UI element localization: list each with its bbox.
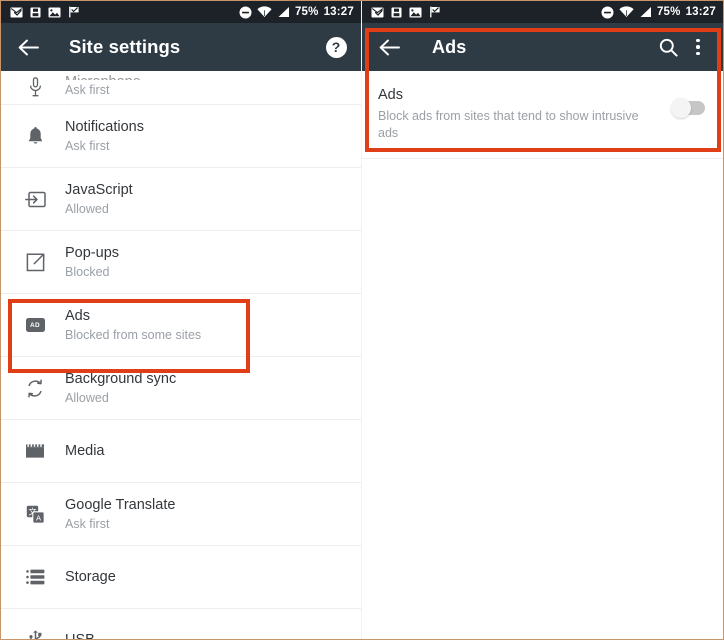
right-app-bar: Ads [362, 23, 723, 71]
list-item-google-translate[interactable]: 文A Google Translate Ask first [1, 483, 361, 546]
list-item-title: Storage [65, 568, 116, 585]
search-icon [659, 38, 678, 57]
ads-preference-text: Ads Block ads from sites that tend to sh… [378, 87, 671, 142]
list-item-subtitle: Ask first [65, 82, 110, 97]
list-item-title: Google Translate [65, 496, 176, 513]
image-icon [48, 7, 61, 17]
list-item-text: Microphone Ask first [65, 74, 141, 97]
list-item-title: JavaScript [65, 181, 133, 198]
status-system-icons: 75% 13:27 [601, 6, 716, 19]
list-item-subtitle: Blocked [65, 264, 110, 279]
do-not-disturb-icon [239, 6, 252, 18]
search-button[interactable] [653, 32, 683, 62]
status-notification-icons [371, 6, 601, 18]
battery-percent: 75% [656, 6, 681, 18]
signal-icon [640, 7, 651, 17]
list-item-subtitle: Ask first [65, 138, 110, 153]
ads-preference-row[interactable]: Ads Block ads from sites that tend to sh… [362, 71, 723, 160]
battery-percent: 75% [294, 6, 319, 18]
list-item-ads[interactable]: AD Ads Blocked from some sites [1, 294, 361, 357]
page-title: Ads [432, 36, 467, 57]
wifi-icon [619, 6, 634, 17]
overflow-menu-icon [696, 38, 700, 56]
javascript-icon [15, 191, 55, 208]
translate-icon: 文A [15, 505, 55, 524]
list-item-subtitle: Ask first [65, 516, 110, 531]
list-item-title: Pop-ups [65, 244, 120, 261]
list-item-microphone[interactable]: Microphone Ask first [1, 71, 361, 105]
back-arrow-icon [379, 39, 400, 55]
list-item-usb[interactable]: USB [1, 609, 361, 639]
bell-icon [15, 126, 55, 146]
list-item-subtitle: Allowed [65, 390, 109, 405]
popup-icon [15, 253, 55, 272]
list-item-text: Pop-ups Blocked [65, 245, 119, 279]
image-icon [409, 7, 422, 17]
left-panel-site-settings: 75% 13:27 Site settings ? Microphone As [1, 1, 362, 639]
save-icon [30, 7, 41, 17]
back-button[interactable] [13, 32, 43, 62]
overflow-menu-button[interactable] [683, 32, 713, 62]
right-panel-ads-settings: 75% 13:27 Ads Ads Block ads from sites t… [362, 1, 723, 639]
list-item-javascript[interactable]: JavaScript Allowed [1, 168, 361, 231]
mail-icon [10, 7, 23, 17]
ads-preference-description: Block ads from sites that tend to show i… [378, 109, 639, 141]
list-item-storage[interactable]: Storage [1, 546, 361, 609]
list-item-media[interactable]: Media [1, 420, 361, 483]
status-bar-left: 75% 13:27 [1, 1, 361, 23]
list-item-title: Media [65, 442, 105, 459]
list-item-text: USB [65, 632, 95, 639]
help-button[interactable]: ? [321, 32, 351, 62]
list-item-text: Media [65, 443, 105, 460]
list-item-text: Storage [65, 569, 116, 586]
list-item-subtitle: Allowed [65, 201, 109, 216]
list-item-text: Notifications Ask first [65, 119, 144, 153]
list-item-title: Notifications [65, 118, 144, 135]
list-item-background-sync[interactable]: Background sync Allowed [1, 357, 361, 420]
save-icon [391, 7, 402, 17]
wifi-icon [257, 6, 272, 17]
back-arrow-icon [18, 39, 39, 55]
clock: 13:27 [685, 6, 716, 18]
status-system-icons: 75% 13:27 [239, 6, 354, 19]
list-item-text: JavaScript Allowed [65, 182, 133, 216]
list-item-subtitle: Blocked from some sites [65, 327, 202, 342]
media-icon [15, 443, 55, 459]
microphone-icon [15, 77, 55, 97]
ad-badge-label: AD [25, 318, 45, 332]
sync-icon [15, 379, 55, 398]
list-item-title: Ads [65, 307, 90, 324]
list-item-text: Background sync Allowed [65, 371, 176, 405]
toggle-knob [671, 98, 691, 118]
list-item-text: Google Translate Ask first [65, 497, 175, 531]
clock: 13:27 [323, 6, 354, 18]
back-button[interactable] [374, 32, 404, 62]
screenshot-root: 75% 13:27 Site settings ? Microphone As [0, 0, 724, 640]
list-item-title: Microphone [65, 74, 141, 80]
list-item-title: Background sync [65, 370, 177, 387]
left-app-bar: Site settings ? [1, 23, 361, 71]
mail-icon [371, 7, 384, 17]
list-item-title: USB [65, 632, 95, 639]
flag-icon [430, 6, 440, 18]
status-notification-icons [10, 6, 239, 18]
flag-icon [69, 6, 79, 18]
storage-icon [15, 569, 55, 585]
ads-badge-icon: AD [15, 318, 55, 332]
list-item-text: Ads Blocked from some sites [65, 308, 201, 342]
page-title: Site settings [69, 36, 181, 57]
do-not-disturb-icon [601, 6, 614, 18]
list-item-popups[interactable]: Pop-ups Blocked [1, 231, 361, 294]
ads-preference-title: Ads [378, 87, 403, 103]
site-settings-list: Microphone Ask first Notifications Ask f… [1, 71, 361, 639]
signal-icon [278, 7, 289, 17]
usb-icon [15, 630, 55, 639]
help-icon: ? [325, 36, 347, 58]
status-bar-right: 75% 13:27 [362, 1, 723, 23]
list-item-notifications[interactable]: Notifications Ask first [1, 105, 361, 168]
ads-toggle-switch[interactable] [671, 98, 705, 118]
